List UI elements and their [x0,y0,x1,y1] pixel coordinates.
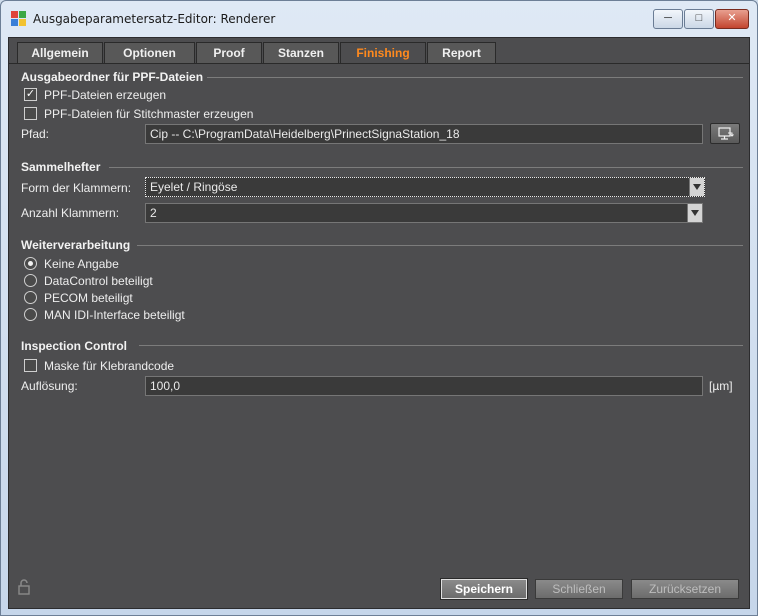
chevron-down-icon[interactable] [689,178,704,196]
tab-report[interactable]: Report [427,42,496,63]
tab-proof[interactable]: Proof [196,42,262,63]
save-button[interactable]: Speichern [440,578,528,600]
path-label: Pfad: [21,127,50,141]
title-bar: Ausgabeparametersatz-Editor: Renderer ─ … [1,1,757,37]
section-divider [139,345,743,346]
resolution-input[interactable]: 100,0 [145,376,703,396]
mask-label: Maske für Klebrandcode [44,359,175,373]
tab-allgemein[interactable]: Allgemein [17,42,103,63]
path-field[interactable]: Cip -- C:\ProgramData\Heidelberg\Prinect… [145,124,703,144]
radio-keine-angabe-label: Keine Angabe [44,257,119,271]
sammelhefter-section-title: Sammelhefter [21,160,101,174]
staple-form-value: Eyelet / Ringöse [150,180,238,194]
tab-optionen[interactable]: Optionen [104,42,195,63]
staple-count-select[interactable]: 2 [145,203,703,223]
mask-checkbox[interactable] [24,359,37,372]
reset-button[interactable]: Zurücksetzen [631,579,739,599]
resolution-unit: [µm] [709,379,733,393]
radio-datacontrol[interactable] [24,274,37,287]
staple-form-select[interactable]: Eyelet / Ringöse [145,177,705,197]
radio-man-idi[interactable] [24,308,37,321]
editor-window: Ausgabeparametersatz-Editor: Renderer ─ … [0,0,758,616]
lock-icon[interactable] [17,578,33,596]
ppf-stitchmaster-checkbox[interactable] [24,107,37,120]
ppf-section-title: Ausgabeordner für PPF-Dateien [21,70,204,84]
resolution-label: Auflösung: [21,379,78,393]
tab-divider [9,63,749,64]
section-divider [137,245,743,246]
monitor-icon [718,127,734,140]
tab-finishing[interactable]: Finishing [340,42,426,64]
window-title: Ausgabeparametersatz-Editor: Renderer [33,12,276,26]
section-divider [109,167,743,168]
tab-stanzen[interactable]: Stanzen [263,42,339,63]
minimize-button[interactable]: ─ [653,9,683,29]
radio-keine-angabe[interactable] [24,257,37,270]
radio-datacontrol-label: DataControl beteiligt [44,274,153,288]
radio-pecom-label: PECOM beteiligt [44,291,133,305]
browse-folder-button[interactable] [710,123,740,144]
ppf-stitchmaster-label: PPF-Dateien für Stitchmaster erzeugen [44,107,254,121]
weiterverarbeitung-section-title: Weiterverarbeitung [21,238,131,252]
staple-form-label: Form der Klammern: [21,181,132,195]
chevron-down-icon[interactable] [687,204,702,222]
maximize-button[interactable]: □ [684,9,714,29]
ppf-create-label: PPF-Dateien erzeugen [44,88,167,102]
app-icon [11,11,27,27]
section-divider [207,77,743,78]
radio-pecom[interactable] [24,291,37,304]
close-window-button[interactable]: ✕ [715,9,749,29]
radio-man-idi-label: MAN IDI-Interface beteiligt [44,308,185,322]
ppf-create-checkbox[interactable]: ✓ [24,88,37,101]
inspection-section-title: Inspection Control [21,339,127,353]
dialog-body: Allgemein Optionen Proof Stanzen Finishi… [8,37,750,609]
staple-count-label: Anzahl Klammern: [21,206,120,220]
staple-count-value: 2 [150,206,157,220]
close-button[interactable]: Schließen [535,579,623,599]
